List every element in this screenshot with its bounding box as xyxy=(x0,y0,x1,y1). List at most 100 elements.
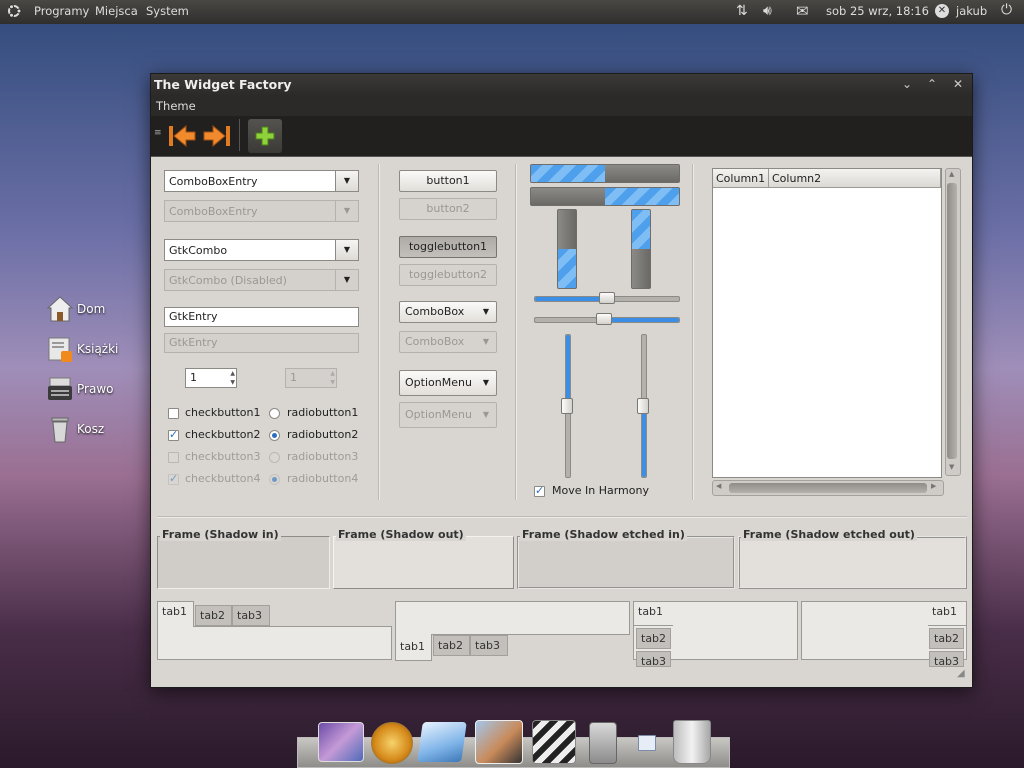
gtkentry[interactable]: GtkEntry xyxy=(164,307,359,327)
tab3[interactable]: tab3 xyxy=(929,651,964,668)
horizontal-scrollbar[interactable]: ◀ ▶ xyxy=(712,480,944,496)
scroll-up-icon[interactable]: ▲ xyxy=(949,170,954,178)
add-button[interactable] xyxy=(248,119,282,153)
dock-trash-icon[interactable] xyxy=(673,720,711,764)
combobox[interactable]: ComboBox ▼ xyxy=(399,301,497,323)
chevron-down-icon[interactable]: ▼ xyxy=(335,171,358,191)
comboboxentry-disabled-text: ComboBoxEntry xyxy=(169,205,258,218)
tree-view[interactable]: Column1 Column2 xyxy=(712,168,942,478)
scrollbar-thumb[interactable] xyxy=(947,183,957,459)
hscale-knob[interactable] xyxy=(596,313,613,325)
hscale-1[interactable] xyxy=(534,292,680,304)
menu-miejsca[interactable]: Miejsca xyxy=(95,4,138,18)
resize-grip-icon[interactable]: ◢ xyxy=(957,668,965,679)
desktop-icon-label: Kosz xyxy=(77,422,105,436)
hscale-knob[interactable] xyxy=(599,292,615,304)
minimize-icon[interactable]: ⌄ xyxy=(900,77,914,91)
close-icon[interactable]: ✕ xyxy=(951,77,965,91)
menu-system[interactable]: System xyxy=(146,4,189,18)
gtkcombo[interactable]: GtkCombo ▼ xyxy=(164,239,359,261)
menu-programy[interactable]: Programy xyxy=(34,4,89,18)
gtkcombo-text[interactable]: GtkCombo xyxy=(169,244,227,257)
vscale-2[interactable] xyxy=(637,334,649,478)
vertical-scrollbar[interactable]: ▲ ▼ xyxy=(945,168,961,476)
clock[interactable]: sob 25 wrz, 18:16 xyxy=(826,4,929,18)
combobox-text[interactable]: ComboBox xyxy=(405,305,464,318)
checkbutton2-label[interactable]: checkbutton2 xyxy=(185,428,261,441)
spin-value[interactable]: 1 xyxy=(190,371,197,384)
chevron-down-icon[interactable]: ▼ xyxy=(335,240,358,260)
dock-app-desktop-icon[interactable] xyxy=(318,722,364,762)
volume-icon[interactable]: 🔊︎ xyxy=(763,3,772,19)
comboboxentry[interactable]: ComboBoxEntry ▼ xyxy=(164,170,359,192)
tab3[interactable]: tab3 xyxy=(232,605,270,626)
checkbutton2-box[interactable] xyxy=(168,428,179,441)
chevron-down-icon[interactable]: ▼ xyxy=(483,302,489,322)
ubuntu-logo-icon[interactable] xyxy=(6,3,22,19)
dock-app-speaker-icon[interactable] xyxy=(589,722,617,764)
hscale-fill xyxy=(535,297,607,301)
top-panel: Programy Miejsca System ⇅ 🔊︎ ✉ sob 25 wr… xyxy=(0,0,1024,24)
network-icon[interactable]: ⇅ xyxy=(736,3,748,19)
menu-theme[interactable]: Theme xyxy=(156,99,196,113)
optionmenu[interactable]: OptionMenu ▼ xyxy=(399,370,497,396)
dock-app-documents-icon[interactable] xyxy=(417,722,467,762)
power-icon[interactable]: ⏻ xyxy=(1001,2,1012,18)
column-separator xyxy=(378,164,380,500)
checkbutton1-box[interactable] xyxy=(168,408,179,419)
radiobutton1-label[interactable]: radiobutton1 xyxy=(287,406,358,419)
scrollbar-thumb[interactable] xyxy=(729,483,927,493)
comboboxentry-text[interactable]: ComboBoxEntry xyxy=(169,175,258,188)
notebook-top-pane xyxy=(157,626,392,660)
column-header-1[interactable]: Column1 xyxy=(713,169,769,188)
optionmenu-text[interactable]: OptionMenu xyxy=(405,376,472,389)
vscale-knob[interactable] xyxy=(637,398,649,414)
vscale-1[interactable] xyxy=(561,334,573,478)
tab1[interactable]: tab1 xyxy=(633,601,673,626)
title-bar[interactable]: The Widget Factory ⌄ ⌃ ✕ xyxy=(151,74,972,96)
desktop-icon-trash[interactable]: Kosz xyxy=(44,414,164,446)
scroll-right-icon[interactable]: ▶ xyxy=(931,482,936,490)
scroll-down-icon[interactable]: ▼ xyxy=(949,463,954,471)
spin-arrows-icon[interactable]: ▲ ▼ xyxy=(230,369,235,387)
maximize-icon[interactable]: ⌃ xyxy=(925,77,939,91)
togglebutton1[interactable]: togglebutton1 xyxy=(399,236,497,258)
radiobutton2-circle[interactable] xyxy=(269,430,280,441)
user-name[interactable]: jakub xyxy=(956,4,987,18)
radiobutton1-circle[interactable] xyxy=(269,408,280,419)
dock-app-compass-icon[interactable] xyxy=(371,722,413,764)
toolbar-handle-icon[interactable]: ≡ xyxy=(154,128,162,138)
tab3[interactable]: tab3 xyxy=(636,651,671,668)
dock-app-clapperboard-icon[interactable] xyxy=(532,720,576,764)
column-separator xyxy=(515,164,517,500)
checkbutton1-label[interactable]: checkbutton1 xyxy=(185,406,261,419)
tab2[interactable]: tab2 xyxy=(929,628,964,649)
tab2[interactable]: tab2 xyxy=(433,635,470,656)
user-status-icon[interactable]: ✕ xyxy=(935,4,949,18)
tab2[interactable]: tab2 xyxy=(636,628,671,649)
tab1[interactable]: tab1 xyxy=(395,634,432,661)
column-header-2[interactable]: Column2 xyxy=(769,169,941,188)
checkbutton3-label: checkbutton3 xyxy=(185,450,261,463)
tab1[interactable]: tab1 xyxy=(157,601,194,627)
desktop-icon-law[interactable]: Prawo xyxy=(44,374,164,406)
dock-app-photos-icon[interactable] xyxy=(475,720,523,764)
mail-icon[interactable]: ✉ xyxy=(796,2,809,20)
move-in-harmony-checkbox[interactable] xyxy=(534,484,545,497)
button1[interactable]: button1 xyxy=(399,170,497,192)
desktop-icon-books[interactable]: Książki xyxy=(44,334,164,366)
dock-app-window-icon[interactable] xyxy=(638,735,656,751)
desktop-icon-home[interactable]: Dom xyxy=(44,294,164,326)
forward-icon[interactable] xyxy=(203,124,231,148)
tab1[interactable]: tab1 xyxy=(928,601,967,626)
chevron-down-icon[interactable]: ▼ xyxy=(483,371,489,395)
move-in-harmony-label[interactable]: Move In Harmony xyxy=(552,484,649,497)
hscale-2[interactable] xyxy=(534,313,680,325)
tab3[interactable]: tab3 xyxy=(470,635,508,656)
radiobutton2-label[interactable]: radiobutton2 xyxy=(287,428,358,441)
spin-button[interactable]: 1 ▲ ▼ xyxy=(185,368,237,388)
scroll-left-icon[interactable]: ◀ xyxy=(716,482,721,490)
tab2[interactable]: tab2 xyxy=(195,605,232,626)
back-icon[interactable] xyxy=(168,124,196,148)
vscale-knob[interactable] xyxy=(561,398,573,414)
